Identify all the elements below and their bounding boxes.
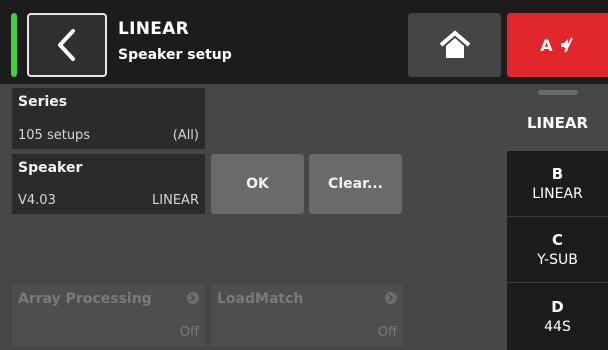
series-count: 105 setups — [18, 128, 91, 143]
array-processing-card: Array Processing Off — [12, 285, 205, 346]
speaker-value: LINEAR — [152, 193, 199, 208]
array-processing-title: Array Processing — [18, 291, 152, 307]
sidebar-item-c[interactable]: C Y-SUB — [507, 217, 608, 283]
sidebar-item-letter: C — [551, 231, 563, 249]
ok-button[interactable]: OK — [211, 154, 304, 214]
sidebar-item-label: LINEAR — [532, 186, 583, 202]
array-processing-value: Off — [179, 325, 199, 340]
home-button[interactable] — [408, 13, 501, 77]
clear-button[interactable]: Clear... — [309, 154, 402, 214]
chevron-left-icon — [58, 29, 75, 61]
channel-sidebar: LINEAR B LINEAR C Y-SUB D 44S — [507, 84, 608, 350]
title-block: LINEAR Speaker setup — [118, 19, 232, 63]
series-filter: (All) — [172, 128, 199, 143]
loadmatch-value: Off — [377, 325, 397, 340]
page-title: LINEAR — [118, 19, 190, 39]
arrow-right-icon — [385, 292, 397, 304]
sidebar-item-letter: D — [551, 298, 564, 316]
arrow-right-icon — [187, 292, 199, 304]
sidebar-item-label: 44S — [544, 319, 571, 335]
page-subtitle: Speaker setup — [118, 47, 232, 63]
status-indicator — [11, 13, 17, 77]
back-button[interactable] — [27, 13, 107, 77]
speaker-mute-icon — [560, 37, 573, 53]
main-panel: Series 105 setups (All) Speaker V4.03 LI… — [0, 84, 507, 350]
mute-label: A — [540, 35, 553, 55]
speaker-version: V4.03 — [18, 193, 56, 208]
header-bar: LINEAR Speaker setup A — [0, 0, 608, 84]
series-title: Series — [18, 94, 68, 110]
sidebar-item-d[interactable]: D 44S — [507, 283, 608, 350]
speaker-card[interactable]: Speaker V4.03 LINEAR — [12, 154, 205, 214]
scroll-indicator — [538, 90, 578, 95]
sidebar-item-letter: B — [551, 165, 564, 183]
sidebar-active-name: LINEAR — [526, 113, 589, 132]
home-icon — [439, 30, 470, 58]
mute-button[interactable]: A — [507, 13, 608, 77]
loadmatch-card: LoadMatch Off — [211, 285, 403, 346]
sidebar-item-b[interactable]: B LINEAR — [507, 151, 608, 217]
speaker-title: Speaker — [18, 160, 83, 176]
loadmatch-title: LoadMatch — [217, 291, 304, 307]
sidebar-item-label: Y-SUB — [537, 252, 578, 268]
series-card[interactable]: Series 105 setups (All) — [12, 88, 205, 149]
